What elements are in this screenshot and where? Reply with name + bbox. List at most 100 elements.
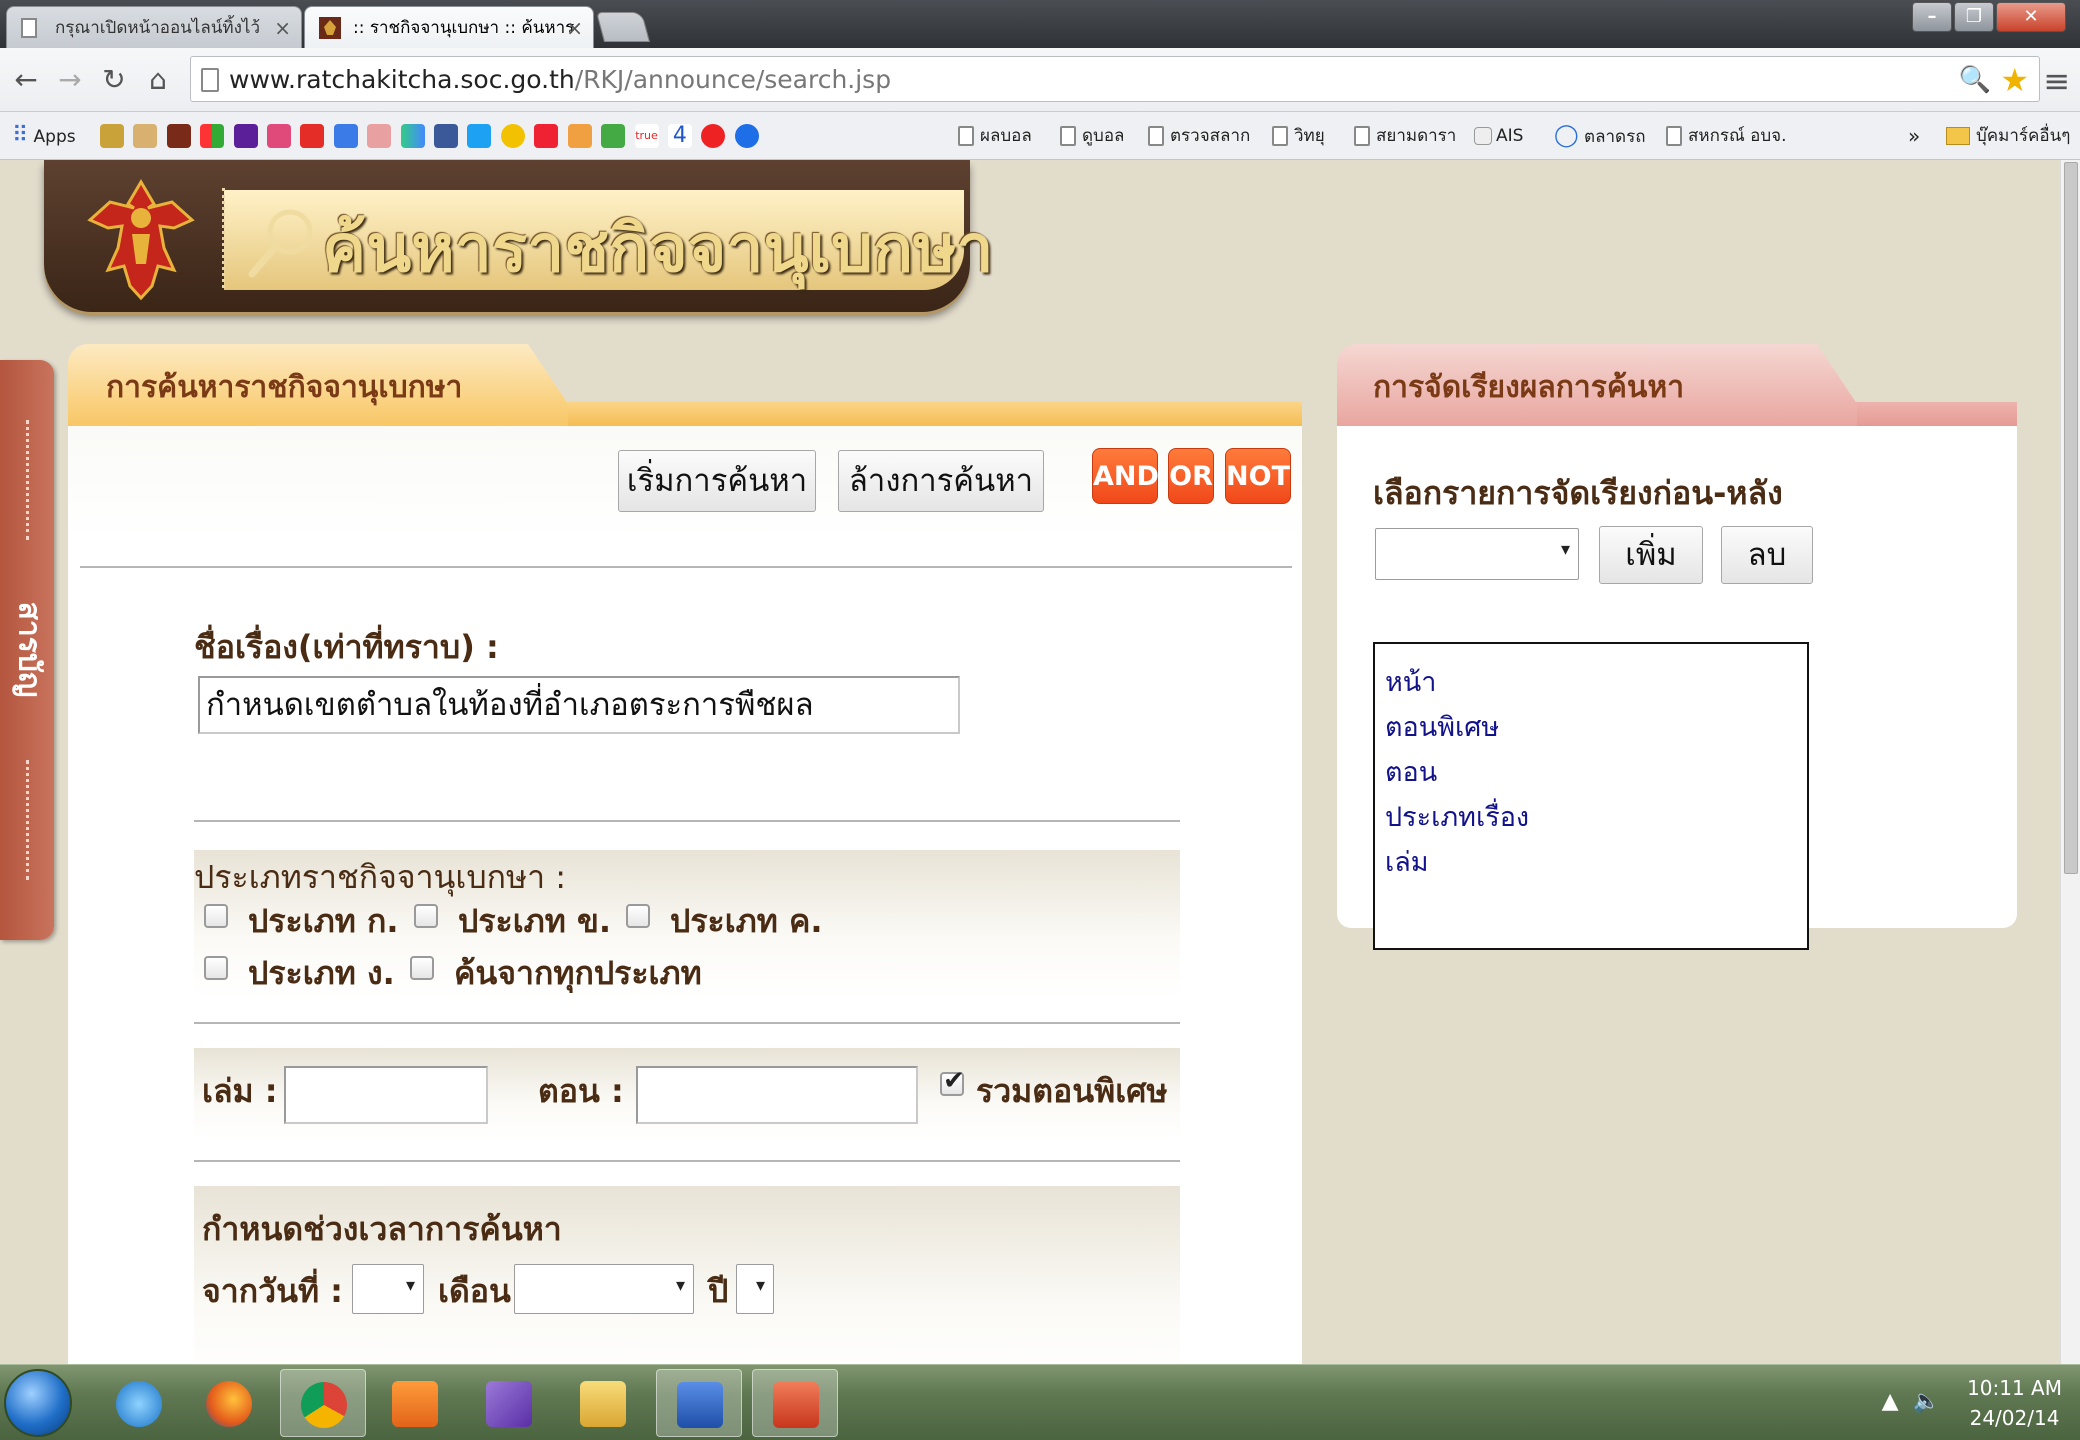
info-icon[interactable] xyxy=(734,124,759,148)
or-operator-button[interactable]: OR xyxy=(1168,448,1214,504)
bookmark-item[interactable]: ผลบอล xyxy=(958,112,1032,160)
clear-search-button[interactable]: ล้างการค้นหา xyxy=(838,450,1044,512)
forward-arrow-icon[interactable]: → xyxy=(52,62,88,98)
system-tray[interactable]: ▲ 🔈 xyxy=(1882,1389,1940,1414)
all-types-label: ค้นจากทุกประเภท xyxy=(454,954,702,992)
tab-active[interactable]: :: ราชกิจจานุเบกษา :: ค้นหาร × xyxy=(304,6,594,48)
include-special-checkbox[interactable] xyxy=(940,1066,965,1096)
bookmarks-bar: ⠿ Apps true 4 ผลบอล ดูบอล ตรวจสลาก วิทยุ… xyxy=(0,112,2080,160)
bookmark-item[interactable]: AIS xyxy=(1474,112,1523,160)
word-logo xyxy=(677,1382,723,1428)
folder-icon xyxy=(1946,127,1970,145)
sort-order-list[interactable]: หน้า ตอนพิเศษ ตอน ประเภทเรื่อง เล่ม xyxy=(1373,642,1809,950)
minimize-icon[interactable]: – xyxy=(1912,2,1952,32)
list-item[interactable]: ประเภทเรื่อง xyxy=(1385,795,1797,840)
bookmark-icon[interactable] xyxy=(133,124,158,148)
list-item[interactable]: หน้า xyxy=(1385,660,1797,705)
bookmark-icon[interactable] xyxy=(534,124,559,148)
bookmark-item[interactable]: วิทยุ xyxy=(1272,112,1325,160)
issue-input[interactable] xyxy=(636,1066,918,1124)
list-item[interactable]: เล่ม xyxy=(1385,840,1797,885)
year-select[interactable]: ▾ xyxy=(736,1264,774,1314)
chrome-menu-icon[interactable]: ≡ xyxy=(2043,62,2070,100)
youtube-icon[interactable] xyxy=(300,124,325,148)
type-d-checkbox[interactable] xyxy=(204,956,228,980)
add-sort-button[interactable]: เพิ่ม xyxy=(1599,526,1703,584)
file-explorer-icon[interactable] xyxy=(560,1369,646,1437)
address-bar[interactable]: www.ratchakitcha.soc.go.th/RKJ/announce/… xyxy=(190,56,2040,102)
zoom-icon[interactable]: 🔍 xyxy=(1959,65,1991,95)
all-types-checkbox[interactable] xyxy=(410,956,434,980)
bookmark-item[interactable]: สยามดารา xyxy=(1354,112,1456,160)
bookmark-star-icon[interactable]: ★ xyxy=(2000,61,2029,99)
word-icon[interactable] xyxy=(656,1369,742,1437)
page-scrollbar[interactable] xyxy=(2060,160,2080,1364)
bookmark-item[interactable]: ◯ ตลาดรถ xyxy=(1554,112,1646,160)
bookmark-icon[interactable] xyxy=(100,124,124,148)
title-input[interactable]: กำหนดเขตตำบลในท้องที่อำเภอตระการพืชผล xyxy=(198,676,960,734)
volume-input[interactable] xyxy=(284,1066,488,1124)
twitter-icon[interactable] xyxy=(467,124,492,148)
media-player-icon[interactable] xyxy=(372,1369,458,1437)
bookmark-icon[interactable] xyxy=(701,124,726,148)
tab-inactive[interactable]: กรุณาเปิดหน้าออนไลน์ทิ้งไว้ × xyxy=(6,6,302,48)
chrome-icon[interactable] xyxy=(280,1369,366,1437)
tab-close-icon[interactable]: × xyxy=(566,7,583,48)
type-c-checkbox[interactable] xyxy=(626,904,650,928)
type-b-checkbox[interactable] xyxy=(414,904,438,928)
tab-title: :: ราชกิจจานุเบกษา :: ค้นหาร xyxy=(353,18,575,38)
yahoo-icon[interactable] xyxy=(233,124,258,148)
type-a-checkbox[interactable] xyxy=(204,904,228,928)
search-panel-header: การค้นหาราชกิจจานุเบกษา xyxy=(68,344,1302,426)
bookmark-item[interactable]: สหกรณ์ อบจ. xyxy=(1666,112,1787,160)
month-select[interactable]: ▾ xyxy=(514,1264,694,1314)
side-tab-contents[interactable]: สารบัญ xyxy=(0,360,54,940)
back-arrow-icon[interactable]: ← xyxy=(8,62,44,98)
play-store-icon[interactable] xyxy=(400,124,425,148)
bookmarks-overflow-button[interactable]: » xyxy=(1908,112,1920,160)
bookmark-icon[interactable] xyxy=(500,124,525,148)
apps-shortcut[interactable]: ⠿ Apps xyxy=(12,112,76,160)
tray-arrow-icon[interactable]: ▲ xyxy=(1882,1389,1899,1414)
remove-sort-button[interactable]: ลบ xyxy=(1721,526,1813,584)
type-a-label: ประเภท ก. xyxy=(248,902,399,940)
powerpoint-icon[interactable] xyxy=(752,1369,838,1437)
internet-explorer-icon[interactable] xyxy=(96,1369,182,1437)
chrome-logo xyxy=(301,1382,347,1428)
bookmark-icon[interactable] xyxy=(200,124,225,148)
reload-icon[interactable]: ↻ xyxy=(96,62,132,98)
not-operator-button[interactable]: NOT xyxy=(1225,448,1291,504)
day-select[interactable]: ▾ xyxy=(352,1264,424,1314)
bookmark-item[interactable]: ตรวจสลาก xyxy=(1148,112,1250,160)
bookmark-icon[interactable] xyxy=(367,124,392,148)
other-bookmarks-folder[interactable]: บุ๊คมาร์คอื่นๆ xyxy=(1946,112,2070,160)
divider xyxy=(194,1160,1180,1162)
bookmark-icon[interactable] xyxy=(567,124,592,148)
firefox-icon[interactable] xyxy=(186,1369,272,1437)
facebook-icon[interactable] xyxy=(434,124,459,148)
apps-label: Apps xyxy=(33,127,76,147)
bookmark-icon[interactable] xyxy=(166,124,191,148)
folder-logo xyxy=(580,1381,626,1427)
bookmark-icon[interactable] xyxy=(333,124,358,148)
taskbar-clock[interactable]: 10:11 AM 24/02/14 xyxy=(1967,1373,2062,1433)
list-item[interactable]: ตอน xyxy=(1385,750,1797,795)
sort-field-select[interactable]: ▾ xyxy=(1375,528,1579,580)
and-operator-button[interactable]: AND xyxy=(1092,448,1159,504)
list-item[interactable]: ตอนพิเศษ xyxy=(1385,705,1797,750)
new-tab-button[interactable] xyxy=(595,12,651,42)
bookmark-icon[interactable] xyxy=(267,124,292,148)
channel-4-icon[interactable]: 4 xyxy=(667,124,692,148)
volume-icon[interactable]: 🔈 xyxy=(1913,1389,1940,1414)
true-icon[interactable]: true xyxy=(634,124,659,148)
scrollbar-thumb[interactable] xyxy=(2064,162,2078,874)
bookmark-icon[interactable] xyxy=(601,124,626,148)
restore-icon[interactable]: ❐ xyxy=(1954,2,1994,32)
visual-studio-icon[interactable] xyxy=(466,1369,552,1437)
window-close-icon[interactable]: ✕ xyxy=(1996,2,2066,32)
bookmark-item[interactable]: ดูบอล xyxy=(1060,112,1124,160)
home-icon[interactable]: ⌂ xyxy=(140,62,176,98)
start-button[interactable] xyxy=(4,1369,72,1437)
tab-close-icon[interactable]: × xyxy=(274,7,291,48)
start-search-button[interactable]: เริ่มการค้นหา xyxy=(618,450,816,512)
